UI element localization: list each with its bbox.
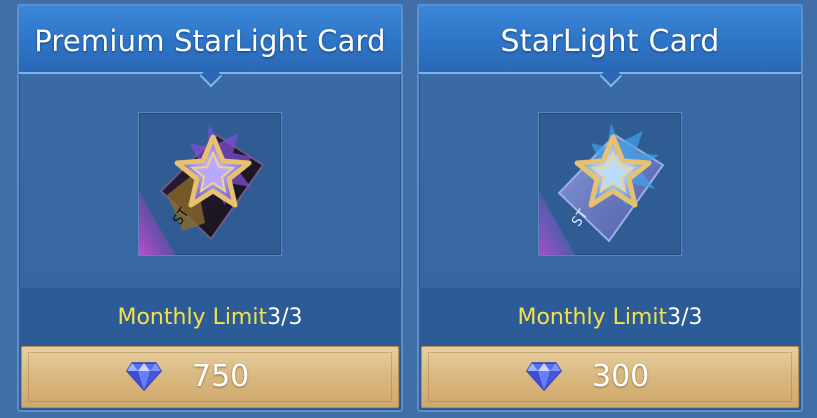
monthly-limit-count: 3/3 <box>267 305 303 330</box>
starlight-card[interactable]: StarLight Card ST Monthly Limit3/3 300 <box>417 4 803 412</box>
card-image-frame: ST <box>138 112 282 256</box>
card-image-frame: ST <box>538 112 682 256</box>
premium-starlight-card[interactable]: Premium StarLight Card ST Monthly Limit3… <box>17 4 403 412</box>
card-title: StarLight Card <box>500 24 720 59</box>
monthly-limit-label: Monthly Limit <box>517 305 668 330</box>
monthly-limit-count: 3/3 <box>667 305 703 330</box>
starlight-card-icon: ST <box>539 123 665 255</box>
price-value: 300 <box>592 359 650 394</box>
limit-band: Monthly Limit3/3 <box>419 288 801 346</box>
buy-button[interactable]: 300 <box>421 346 799 408</box>
price-value: 750 <box>192 359 250 394</box>
diamond-icon <box>126 362 162 391</box>
diamond-icon <box>526 362 562 391</box>
card-title: Premium StarLight Card <box>34 24 386 58</box>
monthly-limit: Monthly Limit3/3 <box>419 305 801 330</box>
monthly-limit-label: Monthly Limit <box>117 305 268 330</box>
monthly-limit: Monthly Limit3/3 <box>19 305 401 330</box>
limit-band: Monthly Limit3/3 <box>19 288 401 346</box>
premium-starlight-card-icon: ST <box>139 123 265 255</box>
buy-button[interactable]: 750 <box>21 346 399 408</box>
